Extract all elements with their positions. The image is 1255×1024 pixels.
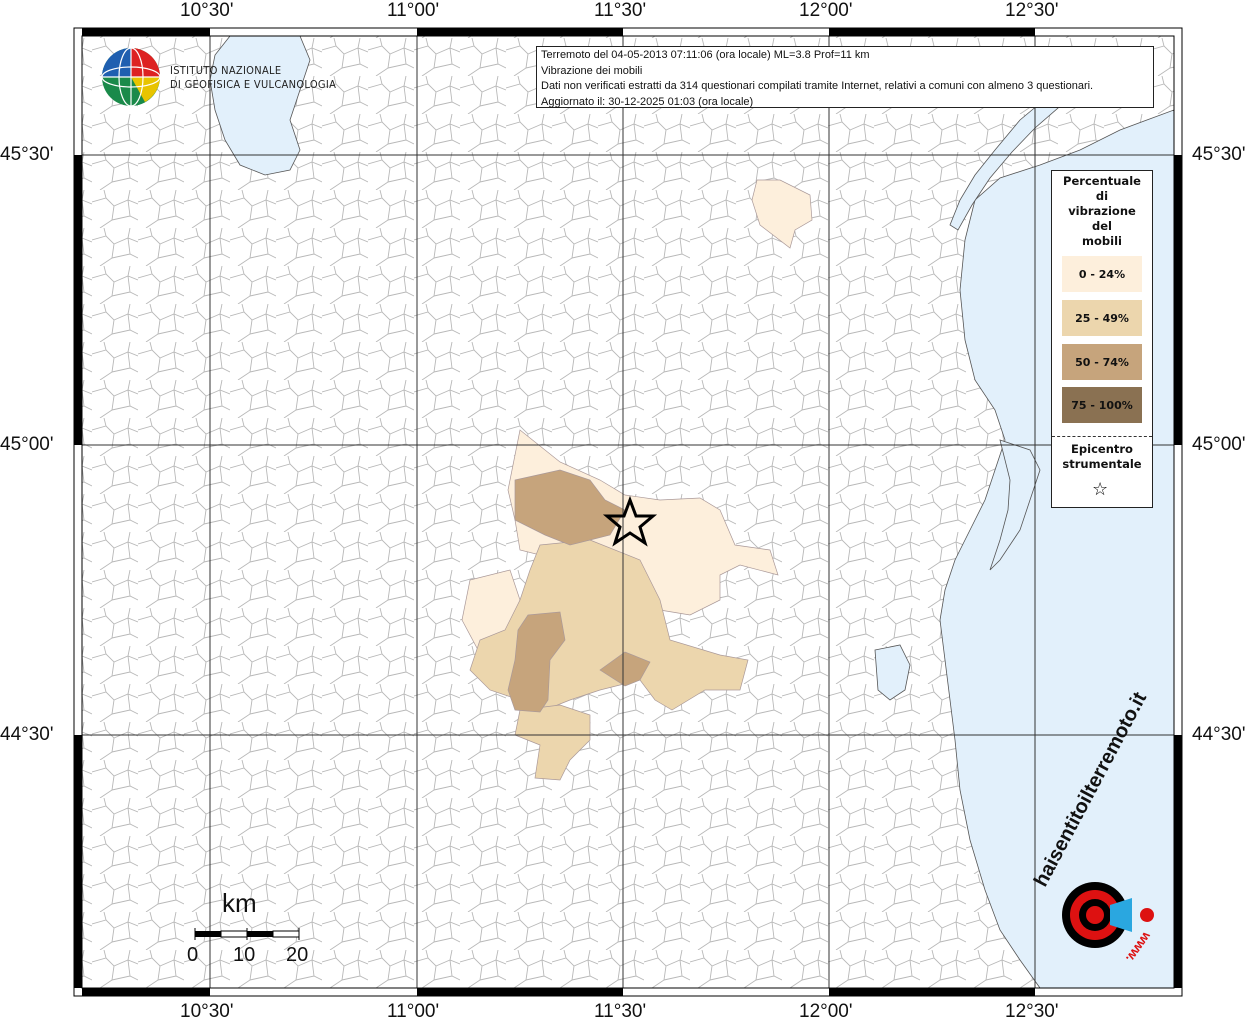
legend-star-icon: ☆ <box>1092 479 1109 500</box>
legend-class-25-49: 25 - 49% <box>1062 300 1142 336</box>
lon-label-bottom: 12°30' <box>1005 1001 1059 1022</box>
lon-label-top: 11°30' <box>594 0 647 21</box>
lon-label-top: 12°00' <box>799 0 853 21</box>
legend: Percentuale di vibrazione del mobili 0 -… <box>1051 170 1153 508</box>
event-info-box: Terremoto del 04-05-2013 07:11:06 (ora l… <box>536 46 1154 108</box>
lon-label-bottom: 10°30' <box>180 1001 234 1022</box>
legend-class-50-74: 50 - 74% <box>1062 344 1142 380</box>
scale-unit: km <box>222 888 257 918</box>
lat-label-right: 44°30' <box>1192 724 1246 745</box>
legend-title: Percentuale di vibrazione del mobili <box>1063 174 1141 248</box>
lat-label-left: 44°30' <box>0 724 54 745</box>
lat-label-right: 45°30' <box>1192 144 1246 165</box>
legend-epicenter-label: Epicentro strumentale <box>1062 442 1142 471</box>
institute-name-line2: DI GEOFISICA E VULCANOLOGIA <box>170 78 337 91</box>
institute-name-line1: ISTITUTO NAZIONALE <box>170 64 282 77</box>
update-timestamp: Aggiornato il: 30-12-2025 01:03 (ora loc… <box>541 95 754 108</box>
scale-label: 20 <box>286 944 309 966</box>
lat-label-right: 45°00' <box>1192 434 1246 455</box>
data-note: Dati non verificati estratti da 314 ques… <box>541 80 1094 92</box>
lat-label-left: 45°30' <box>0 144 54 165</box>
event-title: Terremoto del 04-05-2013 07:11:06 (ora l… <box>541 49 870 61</box>
map-subject: Vibrazione dei mobili <box>541 64 643 77</box>
legend-class-0-24: 0 - 24% <box>1062 256 1142 292</box>
lon-label-top: 10°30' <box>180 0 234 21</box>
lon-label-bottom: 12°00' <box>799 1001 853 1022</box>
lon-label-bottom: 11°30' <box>594 1001 647 1022</box>
ingv-logo-icon <box>101 47 161 107</box>
map-canvas <box>73 27 1183 997</box>
lon-label-bottom: 11°00' <box>387 1001 440 1022</box>
legend-class-75-100: 75 - 100% <box>1062 387 1142 423</box>
lat-label-left: 45°00' <box>0 434 54 455</box>
scale-label: 10 <box>233 944 256 966</box>
scale-label: 0 <box>187 944 199 966</box>
lon-label-top: 12°30' <box>1005 0 1059 21</box>
legend-divider <box>1052 436 1152 437</box>
lon-label-top: 11°00' <box>387 0 440 21</box>
